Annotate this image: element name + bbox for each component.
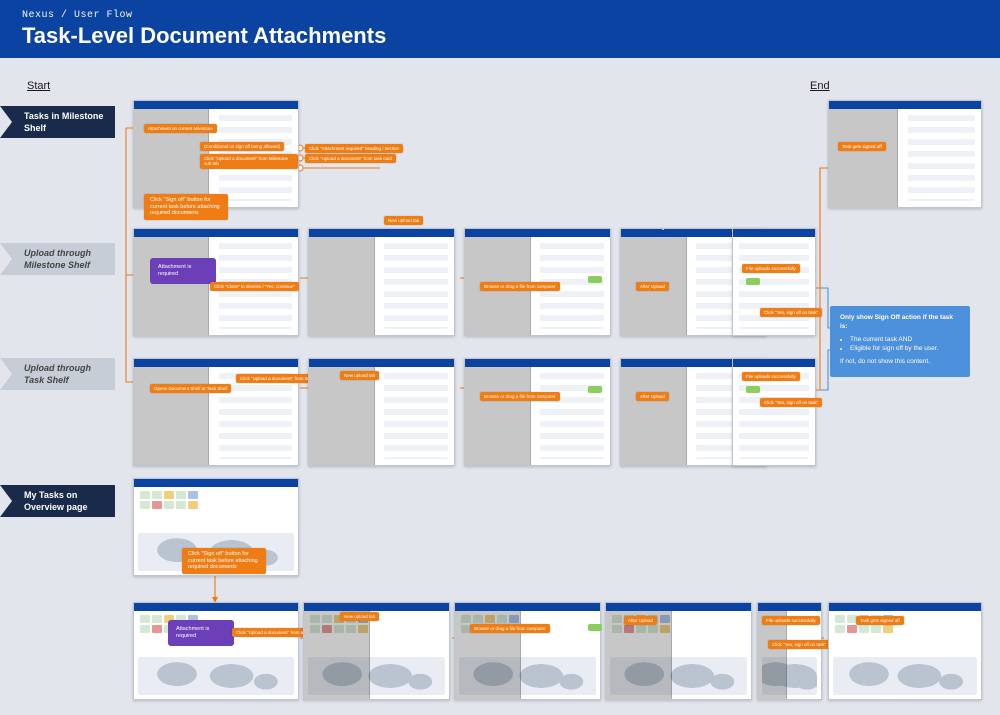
chip-from-milestone-tab: Click "Upload a document" from Milestone… — [200, 154, 298, 169]
thumb-r3-3 — [464, 358, 611, 466]
chip-r2-yes-signoff: Click "Yes, sign off on task" — [760, 308, 822, 317]
badge-r2-upload — [588, 276, 602, 283]
thumb-end — [828, 100, 982, 208]
info-note-footer: If not, do not show this content. — [840, 358, 960, 367]
chip-r2-close: Click "Close" to dismiss / "Yes, continu… — [210, 282, 299, 291]
badge-r3-success — [746, 386, 760, 393]
chip-r4-success: File uploads successfully — [762, 616, 820, 625]
chip-r2-browse: Browse or drag a file from computer — [480, 282, 560, 291]
modal-attach-required-r4: Attachment is required — [168, 620, 234, 646]
chip-upload-from-card: Click "Upload a document" from task card — [305, 154, 396, 163]
chip-r3-success: File uploads successfully — [742, 372, 800, 381]
flow-canvas: Start End — [0, 58, 1000, 715]
chip-r4-after: After Upload — [624, 616, 657, 625]
info-note-bullet-1: The current task AND — [850, 336, 960, 345]
chip-r3-after: After Upload — [636, 392, 669, 401]
badge-r4-upload — [588, 624, 602, 631]
chip-end-task-signed: Task gets signed off — [838, 142, 886, 151]
chip-signoff-blocked: Click "Sign off" button for current task… — [144, 194, 228, 220]
chip-attach-required: (Conditional on sign off being allowed) — [200, 142, 284, 151]
chip-r3-new: New upload tab — [340, 371, 379, 380]
badge-r2-success — [746, 278, 760, 285]
chip-r4-signoff-blocked: Click "Sign off" button for current task… — [182, 548, 266, 574]
chip-r4-yes: Click "Yes, sign off on task" — [768, 640, 830, 649]
row-label-upload-milestone: Upload through Milestone Shelf — [0, 243, 115, 275]
thumb-r4-end — [828, 602, 982, 700]
chip-attach-on-milestone: Attachment on current Milestone — [144, 124, 217, 133]
row-label-upload-taskshelf: Upload through Task Shelf — [0, 358, 115, 390]
chip-r3-yes: Click "Yes, sign off on task" — [760, 398, 822, 407]
page-banner: Nexus / User Flow Task-Level Document At… — [0, 0, 1000, 58]
chip-r2-new-upl: New upload tab — [384, 216, 423, 225]
info-note-signoff-rule: Only show Sign Off action if the task is… — [830, 306, 970, 377]
chip-r4-signed: Task gets signed off — [856, 616, 904, 625]
info-note-bullet-2: Eligible for sign off by the user. — [850, 345, 960, 354]
thumb-r2-5 — [732, 228, 816, 336]
row-label-my-tasks-overview: My Tasks on Overview page — [0, 485, 115, 517]
chip-r4-new: New upload tab — [340, 612, 379, 621]
info-note-heading: Only show Sign Off action if the task is… — [840, 314, 960, 332]
thumb-r4-3 — [454, 602, 601, 700]
breadcrumb: Nexus / User Flow — [22, 10, 1000, 21]
thumb-r4-1 — [133, 602, 299, 700]
chip-r2-after: After Upload — [636, 282, 669, 291]
chip-r4-browse: Browse or drag a file from computer — [470, 624, 550, 633]
anchor-end: End — [810, 80, 830, 92]
anchor-start: Start — [27, 80, 50, 92]
page-title: Task-Level Document Attachments — [22, 23, 1000, 49]
row-label-milestone-tasks: Tasks in Milestone Shelf — [0, 106, 115, 138]
thumb-r2-2 — [308, 228, 455, 336]
chip-r3-browse: Browse or drag a file from computer — [480, 392, 560, 401]
chip-r2-success: File uploads successfully — [742, 264, 800, 273]
modal-attach-required-r2: Attachment is required — [150, 258, 216, 284]
thumb-r3-2 — [308, 358, 455, 466]
chip-r3-open-task: Opens Document Shelf at Task Shelf — [150, 384, 231, 393]
chip-heading-click: Click "Attachment required" heading / se… — [305, 144, 403, 153]
badge-r3-upload — [588, 386, 602, 393]
